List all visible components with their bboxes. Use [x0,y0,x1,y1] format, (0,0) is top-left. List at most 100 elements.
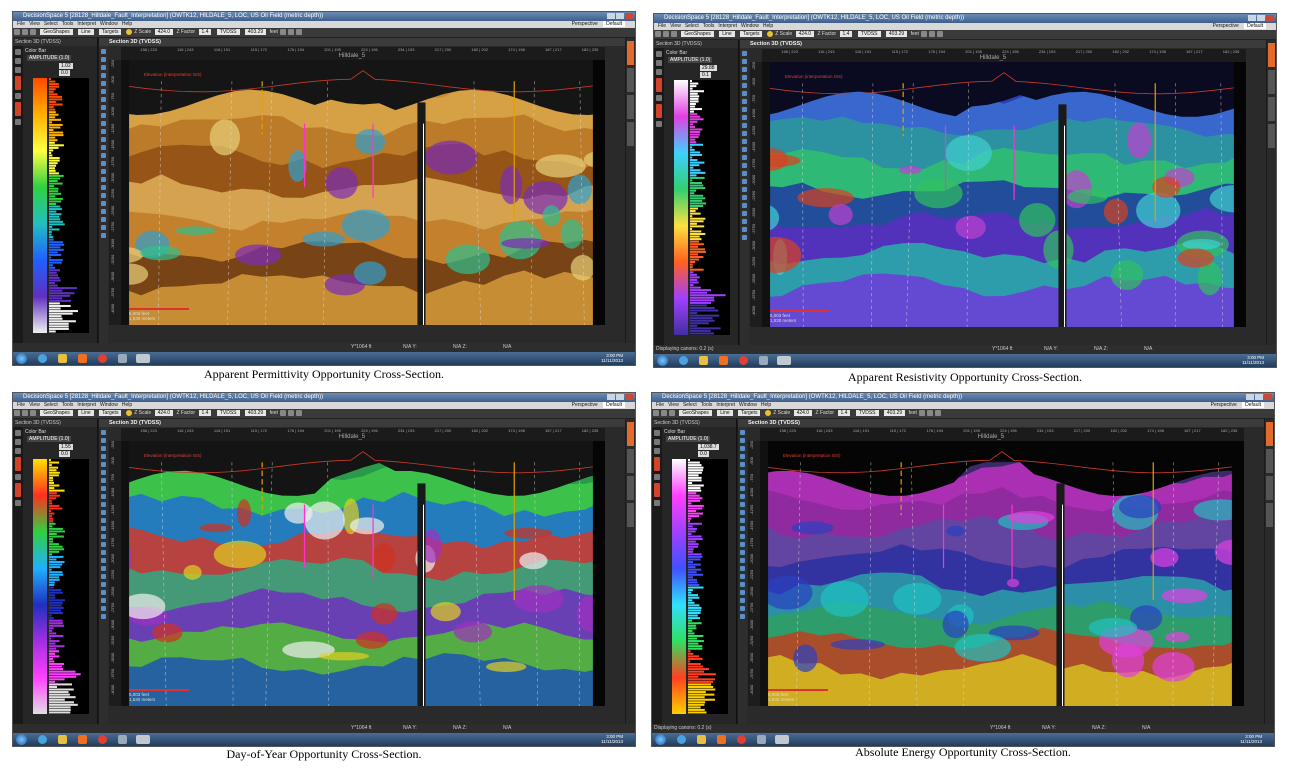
folder-icon[interactable] [58,735,67,744]
color-bar-min[interactable]: 0.0 [59,70,70,76]
section-tool-icon[interactable] [101,65,106,70]
sun-icon[interactable] [125,410,132,416]
section-tool-icon[interactable] [740,430,745,435]
z-scale-input[interactable]: 424.0 [154,29,174,35]
tool-icon[interactable] [15,474,21,480]
data-analysis-tab[interactable] [627,476,634,500]
amplitude-select[interactable]: AMPLITUDE (1.0) [668,57,713,63]
close-button[interactable] [1266,15,1274,21]
color-bar-min[interactable]: 0.0 [59,451,70,457]
section-tool-icon[interactable] [101,486,106,491]
chrome-icon[interactable] [98,354,107,363]
tool-icon[interactable] [15,448,21,454]
new-icon[interactable] [655,31,661,37]
data-tab-icon[interactable] [15,76,21,90]
save-icon[interactable] [30,410,36,416]
section-tool-icon[interactable] [742,227,747,232]
section-tool-icon[interactable] [101,574,106,579]
line-select[interactable]: Line [78,410,94,416]
amplitude-select[interactable]: AMPLITUDE (1.0) [27,55,72,61]
refresh-icon[interactable] [280,29,287,35]
tool-icon[interactable] [15,119,21,125]
media-icon[interactable] [717,735,726,744]
decisionspace-icon[interactable] [775,735,789,744]
tvdss-select[interactable]: TVDSS [855,410,879,416]
section-tool-icon[interactable] [101,518,106,523]
tvdss-select[interactable]: TVDSS [857,31,881,37]
section-tool-icon[interactable] [101,566,106,571]
perspective-select[interactable]: Default [603,21,625,27]
data-tab-icon[interactable] [654,457,660,471]
targets-select[interactable]: Targets [99,29,122,35]
chrome-icon[interactable] [98,735,107,744]
section-tool-icon[interactable] [740,574,745,579]
camera-icon[interactable] [929,31,936,37]
perspective-select[interactable]: Default [1244,23,1266,29]
menu-item-view[interactable]: View [29,402,40,408]
dynamic-frameworks-tab[interactable] [627,122,634,146]
close-button[interactable] [625,394,633,400]
new-icon[interactable] [14,29,20,35]
properties-tab[interactable] [627,449,634,473]
section-tool-icon[interactable] [742,155,747,160]
z-factor-input[interactable]: 1.4 [837,410,851,416]
close-button[interactable] [625,13,633,19]
media-icon[interactable] [78,354,87,363]
app-icon[interactable] [759,356,768,365]
section-tool-icon[interactable] [740,446,745,451]
color-tab-icon[interactable] [656,104,662,118]
save-icon[interactable] [671,31,677,37]
decisionspace-icon[interactable] [777,356,791,365]
menu-item-file[interactable]: File [17,21,25,27]
tool-icon[interactable] [654,500,660,506]
menu-item-help[interactable]: Help [761,402,771,408]
section-tool-icon[interactable] [101,526,106,531]
section-tool-icon[interactable] [740,502,745,507]
tool-icon[interactable] [15,67,21,73]
start-button[interactable] [655,734,666,745]
clock[interactable]: 3:00 PM 11/11/2013 [601,353,623,363]
interpretation-tab[interactable] [1268,43,1275,67]
section-tool-icon[interactable] [742,67,747,72]
section-tool-icon[interactable] [101,582,106,587]
properties-tab[interactable] [1268,70,1275,94]
section-tool-icon[interactable] [101,209,106,214]
section-tool-icon[interactable] [742,115,747,120]
menu-item-window[interactable]: Window [741,23,759,29]
geoshapes-select[interactable]: GeoShapes [679,410,712,416]
geoshapes-select[interactable]: GeoShapes [40,29,73,35]
refresh-icon[interactable] [921,31,928,37]
section-tool-icon[interactable] [742,187,747,192]
app-icon[interactable] [118,354,127,363]
section-tool-icon[interactable] [742,219,747,224]
z-factor-input[interactable]: 1.4 [839,31,853,37]
line-select[interactable]: Line [719,31,735,37]
new-icon[interactable] [14,410,20,416]
section-tool-icon[interactable] [101,430,106,435]
section-tool-icon[interactable] [101,73,106,78]
section-tool-icon[interactable] [101,49,106,54]
start-button[interactable] [16,734,27,745]
new-icon[interactable] [653,410,659,416]
section-tool-icon[interactable] [101,598,106,603]
ie-icon[interactable] [677,735,686,744]
menu-item-interpret[interactable]: Interpret [716,402,735,408]
color-bar-max[interactable]: 1.55 [59,444,73,450]
geoshapes-select[interactable]: GeoShapes [681,31,714,37]
sun-icon[interactable] [764,410,771,416]
section-tool-icon[interactable] [101,185,106,190]
decisionspace-icon[interactable] [136,735,150,744]
menu-item-help[interactable]: Help [122,402,132,408]
maximize-button[interactable] [616,394,624,400]
section-tool-icon[interactable] [101,129,106,134]
menu-item-view[interactable]: View [668,402,679,408]
depth-input[interactable]: 403.29 [244,29,267,35]
section-tool-icon[interactable] [101,542,106,547]
section-tool-icon[interactable] [101,233,106,238]
app-icon[interactable] [757,735,766,744]
tool-icon[interactable] [15,93,21,99]
menu-item-tools[interactable]: Tools [703,23,715,29]
section-tool-icon[interactable] [740,526,745,531]
minimize-button[interactable] [607,394,615,400]
data-analysis-tab[interactable] [1266,476,1273,500]
